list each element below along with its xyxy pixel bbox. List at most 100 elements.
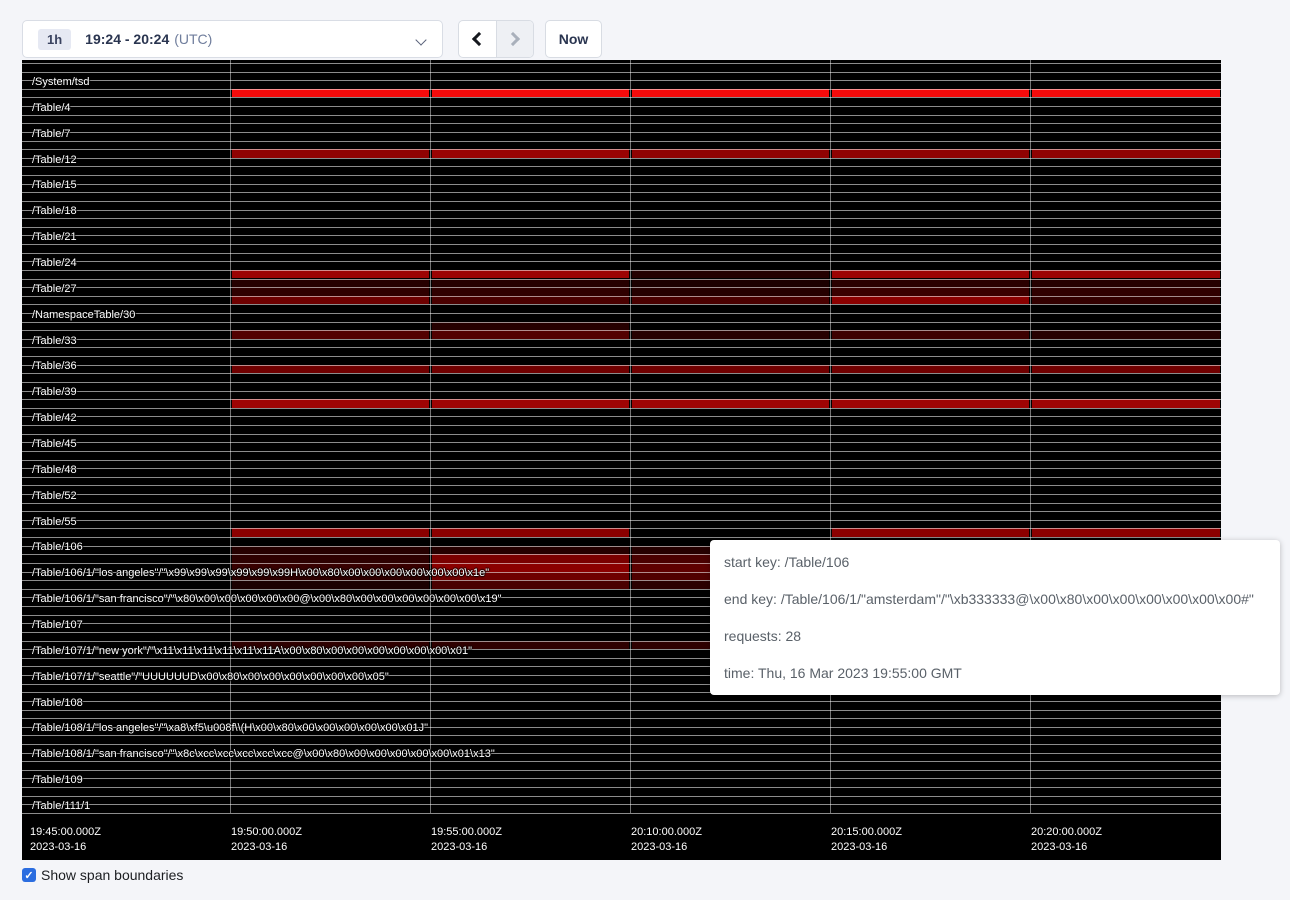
- time-range-nav: [458, 20, 534, 58]
- span-boundary-line: [22, 701, 1221, 702]
- span-boundary-line: [22, 813, 1221, 814]
- heat-band: [1032, 330, 1220, 339]
- tick-time: 19:45:00.000Z: [30, 825, 101, 840]
- heat-band: [1032, 270, 1220, 279]
- show-span-boundaries-toggle[interactable]: ✓ Show span boundaries: [22, 867, 183, 883]
- span-boundary-line: [22, 451, 1221, 452]
- span-tooltip: start key: /Table/106 end key: /Table/10…: [710, 540, 1280, 695]
- heat-band: [1032, 89, 1220, 98]
- time-range-selector[interactable]: 1h 19:24 - 20:24 (UTC): [22, 20, 443, 58]
- span-boundary-line: [22, 787, 1221, 788]
- row-label: /Table/21: [32, 231, 77, 243]
- tooltip-requests: requests: 28: [724, 627, 1266, 645]
- row-label: /Table/33: [32, 335, 77, 347]
- span-boundary-line: [22, 166, 1221, 167]
- span-boundary-line: [22, 520, 1221, 521]
- heat-band: [832, 365, 1029, 374]
- span-boundary-line: [22, 63, 1221, 64]
- row-label: /Table/15: [32, 179, 77, 191]
- span-boundary-line: [22, 347, 1221, 348]
- span-boundary-line: [22, 287, 1221, 288]
- span-boundary-line: [22, 175, 1221, 176]
- row-label: /Table/107/1/"seattle"/"UUUUUUD\x00\x80\…: [32, 671, 389, 683]
- heat-band: [832, 270, 1029, 279]
- next-range-button[interactable]: [497, 21, 534, 57]
- row-label: /Table/109: [32, 774, 83, 786]
- tick-time: 20:15:00.000Z: [831, 825, 902, 840]
- row-label: /Table/108/1/"san francisco"/"\x8c\xcc\x…: [32, 748, 495, 760]
- tooltip-time: time: Thu, 16 Mar 2023 19:55:00 GMT: [724, 664, 1266, 682]
- time-range-duration-badge: 1h: [38, 29, 71, 50]
- heat-band: [232, 270, 429, 279]
- heat-band: [432, 89, 629, 98]
- row-label: /Table/27: [32, 283, 77, 295]
- tooltip-start-key: start key: /Table/106: [724, 553, 1266, 571]
- span-boundary-line: [22, 770, 1221, 771]
- span-boundary-line: [22, 227, 1221, 228]
- heat-band: [432, 296, 629, 305]
- row-label: /Table/48: [32, 464, 77, 476]
- span-boundary-line: [22, 511, 1221, 512]
- span-boundary-line: [22, 710, 1221, 711]
- span-boundary-line: [22, 210, 1221, 211]
- heat-band: [232, 296, 429, 305]
- span-boundary-line: [22, 442, 1221, 443]
- tick-date: 2023-03-16: [431, 840, 502, 855]
- checkbox-checked-icon[interactable]: ✓: [22, 868, 36, 882]
- prev-range-button[interactable]: [459, 21, 497, 57]
- now-button[interactable]: Now: [545, 20, 602, 58]
- tick-time: 20:10:00.000Z: [631, 825, 702, 840]
- span-boundary-line: [22, 408, 1221, 409]
- row-label: /Table/107: [32, 619, 83, 631]
- heat-band: [1032, 365, 1220, 374]
- chevron-down-icon: [415, 34, 426, 45]
- row-label: /Table/7: [32, 128, 71, 140]
- heat-band: [632, 149, 829, 158]
- x-axis-tick: 19:55:00.000Z2023-03-16: [431, 825, 502, 855]
- x-axis-tick: 20:15:00.000Z2023-03-16: [831, 825, 902, 855]
- heat-band: [1032, 528, 1220, 537]
- row-label: /Table/55: [32, 516, 77, 528]
- span-boundary-line: [22, 72, 1221, 73]
- span-boundary-line: [22, 201, 1221, 202]
- row-label: /Table/24: [32, 257, 77, 269]
- span-boundary-line: [22, 503, 1221, 504]
- tick-time: 19:55:00.000Z: [431, 825, 502, 840]
- span-boundary-line: [22, 416, 1221, 417]
- row-label: /NamespaceTable/30: [32, 309, 135, 321]
- span-boundary-line: [22, 391, 1221, 392]
- row-label: /Table/108/1/"los angeles"/"\xa8\xf5\u00…: [32, 722, 428, 734]
- span-boundary-line: [22, 279, 1221, 280]
- heat-band: [432, 554, 629, 563]
- span-boundary-line: [22, 141, 1221, 142]
- heat-band: [832, 279, 1029, 288]
- span-boundary-line: [22, 192, 1221, 193]
- show-span-boundaries-label: Show span boundaries: [41, 867, 183, 883]
- heat-band: [632, 296, 829, 305]
- heat-band: [1032, 399, 1220, 408]
- x-axis-tick: 20:10:00.000Z2023-03-16: [631, 825, 702, 855]
- span-boundary-line: [22, 494, 1221, 495]
- heat-band: [232, 399, 429, 408]
- tick-date: 2023-03-16: [30, 840, 101, 855]
- x-axis-tick: 20:20:00.000Z2023-03-16: [1031, 825, 1102, 855]
- span-boundary-line: [22, 235, 1221, 236]
- span-boundary-line: [22, 434, 1221, 435]
- key-visualizer-canvas[interactable]: /System/tsd/Table/4/Table/7/Table/12/Tab…: [22, 60, 1221, 860]
- tick-time: 19:50:00.000Z: [231, 825, 302, 840]
- span-boundary-line: [22, 460, 1221, 461]
- heat-band: [832, 89, 1029, 98]
- row-label: /Table/106/1/"los angeles"/"\x99\x99\x99…: [32, 567, 489, 579]
- span-boundary-line: [22, 399, 1221, 400]
- row-label: /Table/36: [32, 360, 77, 372]
- heat-band: [632, 270, 829, 279]
- span-boundary-line: [22, 270, 1221, 271]
- row-label: /Table/39: [32, 386, 77, 398]
- heat-band: [632, 399, 829, 408]
- span-boundary-line: [22, 365, 1221, 366]
- span-boundary-line: [22, 158, 1221, 159]
- row-label: /Table/106: [32, 541, 83, 553]
- heat-band: [432, 149, 629, 158]
- heat-band: [632, 365, 829, 374]
- span-boundary-line: [22, 528, 1221, 529]
